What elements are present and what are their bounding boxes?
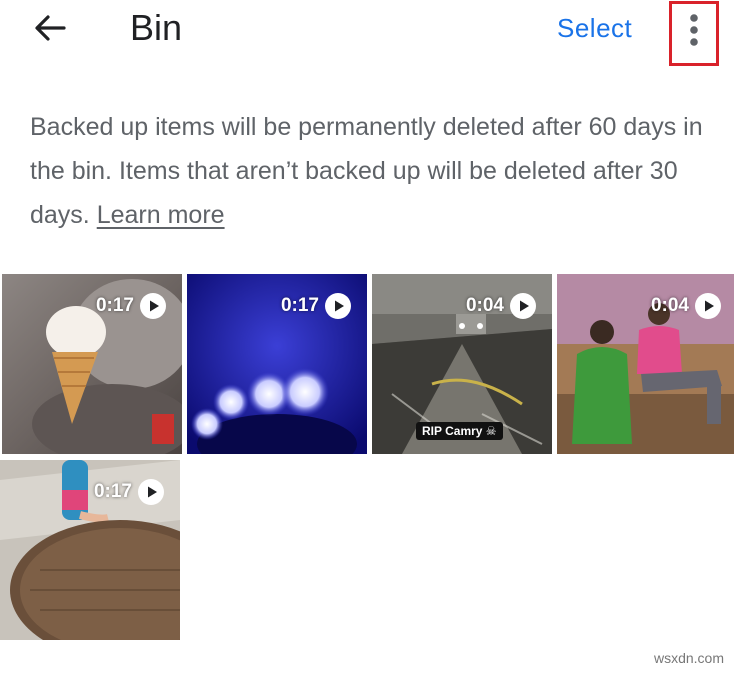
duration-label: 0:17 [280,295,319,316]
play-icon [510,293,536,319]
video-thumbnail[interactable]: 0:17 [187,274,367,454]
video-duration: 0:17 [281,293,351,319]
select-button[interactable]: Select [557,10,632,46]
video-thumbnail[interactable]: 0:04 RIP Camry ☠ [372,274,552,454]
duration-label: 0:04 [465,295,504,316]
video-duration: 0:04 [651,293,721,319]
back-button[interactable] [30,8,70,48]
play-icon [140,293,166,319]
top-app-bar: Bin Select [0,0,734,66]
more-vert-icon [690,14,698,46]
play-icon [695,293,721,319]
play-icon [325,293,351,319]
duration-label: 0:04 [650,295,689,316]
page-title: Bin [130,7,183,48]
video-duration: 0:17 [96,293,166,319]
video-thumbnail[interactable]: 0:17 [0,460,180,640]
more-options-button[interactable] [669,1,719,66]
video-duration: 0:17 [94,479,164,505]
play-icon [138,479,164,505]
watermark: wsxdn.com [653,650,724,666]
learn-more-link[interactable]: Learn more [97,201,225,229]
duration-label: 0:17 [93,481,132,502]
video-thumbnail[interactable]: 0:17 [2,274,182,454]
duration-label: 0:17 [95,295,134,316]
video-duration: 0:04 [466,293,536,319]
bin-info-text: Backed up items will be permanently dele… [30,105,720,237]
video-thumbnail[interactable]: 0:04 [557,274,734,454]
video-caption: RIP Camry ☠ [416,422,503,440]
arrow-back-icon [35,15,66,41]
